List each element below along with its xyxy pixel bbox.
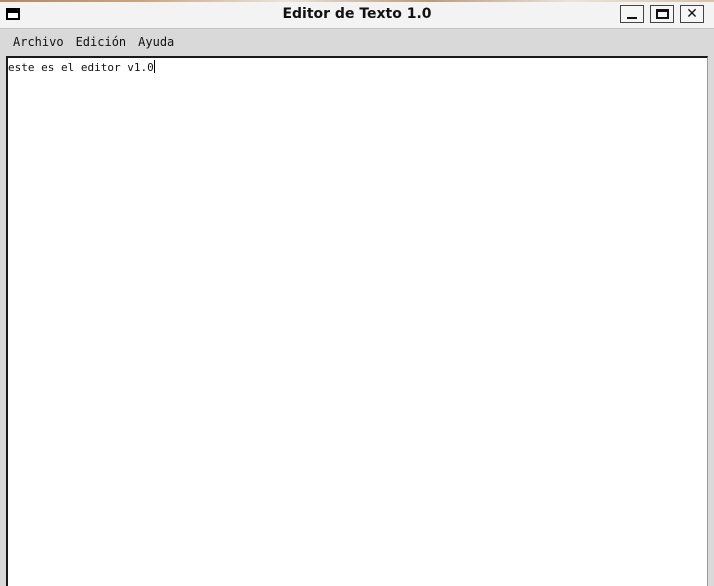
menu-edicion[interactable]: Edición — [70, 32, 133, 52]
window-title: Editor de Texto 1.0 — [282, 6, 432, 22]
window-right-border — [708, 56, 714, 579]
maximize-button[interactable] — [650, 5, 674, 23]
menu-bar: Archivo Edición Ayuda — [6, 31, 708, 53]
menu-ayuda[interactable]: Ayuda — [132, 32, 180, 52]
editor-content: este es el editor v1.0 — [8, 61, 154, 74]
editor-window: Editor de Texto 1.0 ✕ Archivo Edición Ay… — [0, 0, 714, 586]
menu-archivo[interactable]: Archivo — [6, 32, 70, 52]
title-bar[interactable]: Editor de Texto 1.0 ✕ — [0, 2, 714, 29]
text-area[interactable]: este es el editor v1.0 — [6, 56, 708, 586]
close-button[interactable]: ✕ — [680, 5, 704, 23]
editor-content-line: este es el editor v1.0 — [8, 60, 155, 75]
maximize-icon — [655, 9, 669, 19]
minimize-button[interactable] — [620, 5, 644, 23]
text-caret — [153, 60, 155, 73]
minimize-icon — [627, 17, 637, 19]
close-icon: ✕ — [686, 6, 698, 22]
